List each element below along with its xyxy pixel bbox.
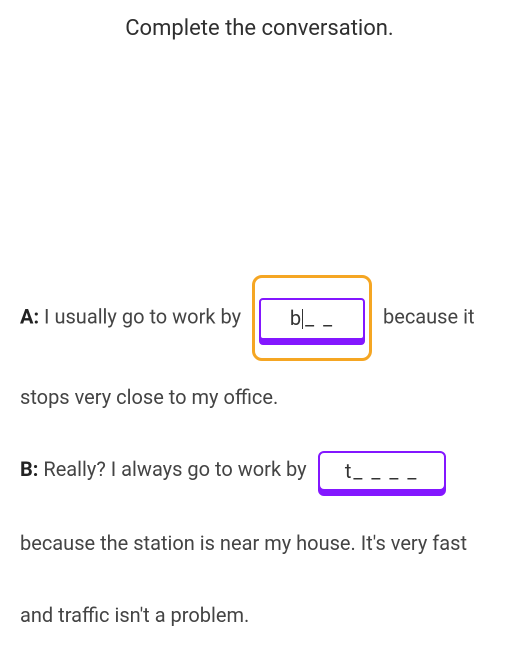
blank-a-remaining: _ _	[305, 306, 334, 330]
speaker-a-label: A:	[20, 304, 39, 328]
blank-input-a-wrap[interactable]: b_ _	[252, 275, 372, 361]
text-caret-icon	[302, 309, 303, 329]
line-a-before: I usually go to work by	[39, 304, 246, 328]
blank-input-b[interactable]: t_ _ _ _	[318, 451, 446, 491]
blank-input-b-wrap[interactable]: t_ _ _ _	[318, 435, 446, 507]
speaker-b-label: B:	[20, 457, 38, 481]
blank-a-typed: b	[290, 306, 303, 330]
line-b-after: because the station is near my house. It…	[20, 531, 467, 627]
line-b-before: Really? I always go to work by	[38, 457, 311, 481]
blank-b-remaining: _ _ _ _	[353, 459, 418, 483]
conversation-body: A: I usually go to work by b_ _ because …	[20, 275, 499, 651]
instruction-text: Complete the conversation.	[20, 12, 499, 45]
blank-input-a[interactable]: b_ _	[259, 298, 365, 340]
